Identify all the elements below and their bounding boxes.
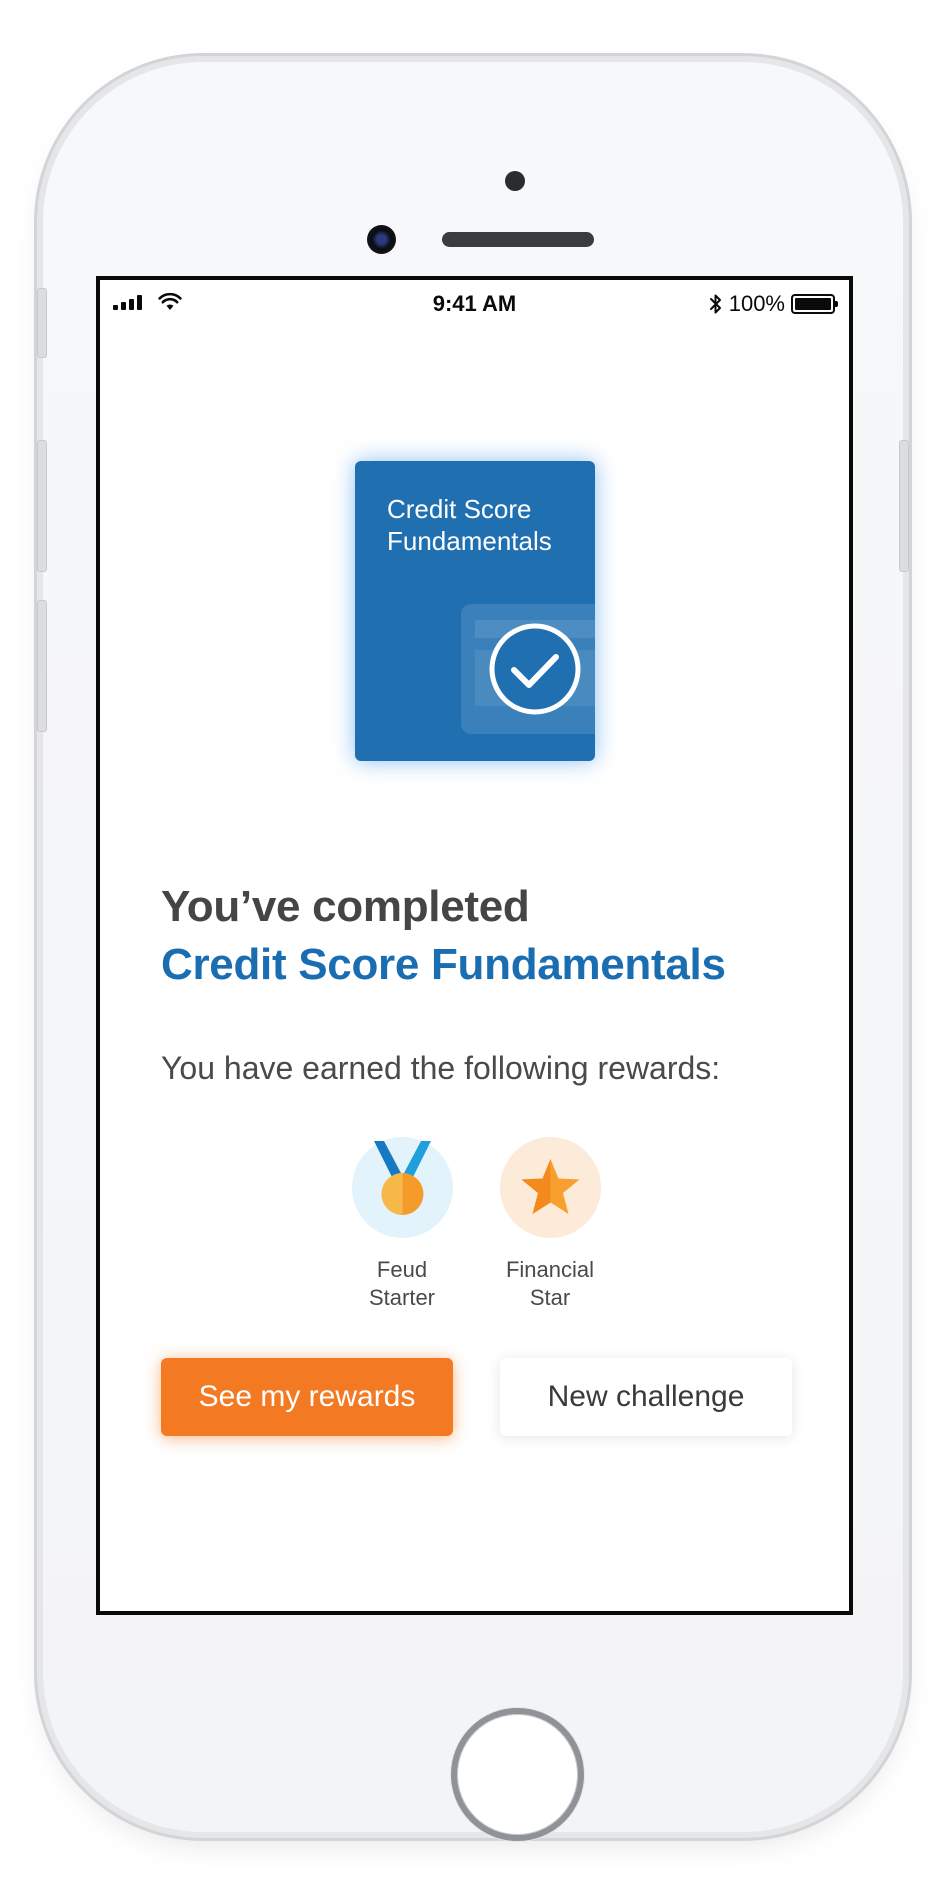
status-bar: 9:41 AM 100% (100, 280, 849, 328)
new-challenge-button[interactable]: New challenge (500, 1358, 792, 1436)
battery-icon (791, 294, 838, 314)
star-icon (521, 1159, 579, 1214)
battery-percent: 100% (728, 291, 785, 316)
earpiece-speaker (442, 232, 594, 247)
check-circle-icon (461, 604, 595, 734)
reward-label: Feud Starter (322, 1256, 482, 1312)
course-card-title: Credit Score Fundamentals (387, 494, 552, 556)
reward-label-line2: Star (529, 1285, 571, 1310)
volume-up-button (37, 440, 47, 572)
rewards-intro-text: You have earned the following rewards: (161, 1050, 721, 1086)
medal-icon (373, 1141, 431, 1215)
reward-feud-starter[interactable]: Feud Starter (322, 1137, 482, 1312)
power-button (899, 440, 909, 572)
front-camera (367, 225, 396, 254)
proximity-sensor (505, 171, 525, 191)
reward-label: Financial Star (470, 1256, 630, 1312)
see-my-rewards-button[interactable]: See my rewards (161, 1358, 453, 1436)
reward-financial-star[interactable]: Financial Star (470, 1137, 630, 1312)
app-screen: 9:41 AM 100% Credit Score Fundamentals Y… (96, 276, 853, 1615)
reward-badge (351, 1137, 453, 1238)
bluetooth-icon (709, 294, 721, 314)
reward-badge (499, 1137, 601, 1238)
mute-switch (37, 288, 47, 358)
completed-course-name: Credit Score Fundamentals (161, 940, 726, 989)
reward-label-line2: Starter (368, 1285, 436, 1310)
battery-status: 100% (709, 290, 838, 318)
reward-label-line1: Financial (505, 1257, 595, 1282)
reward-label-line1: Feud (376, 1257, 428, 1282)
home-button[interactable] (451, 1708, 584, 1841)
course-card: Credit Score Fundamentals (355, 461, 595, 761)
completion-heading: You’ve completed (161, 882, 530, 931)
volume-down-button (37, 600, 47, 732)
